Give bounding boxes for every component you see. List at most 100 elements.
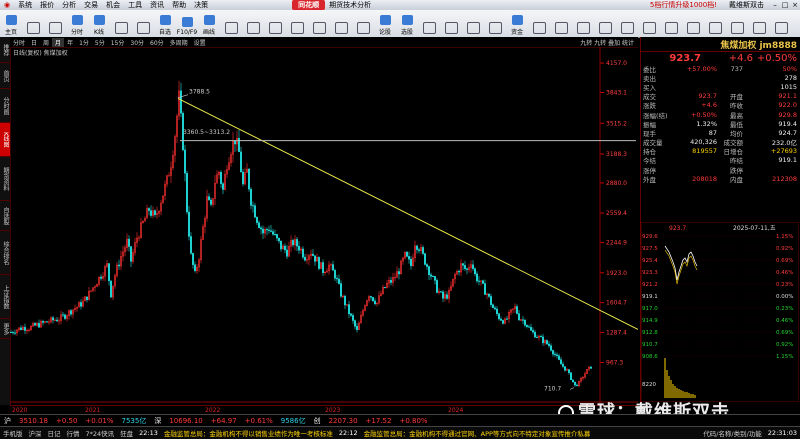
toolbar-button-4[interactable]: K线 xyxy=(88,10,110,36)
period-10[interactable]: 多周期 xyxy=(167,38,191,47)
maximize-icon[interactable]: □ xyxy=(780,1,790,9)
toolbar-button-11[interactable] xyxy=(242,10,264,36)
toolbar-button-14[interactable] xyxy=(308,10,330,36)
toolbar-button-3[interactable]: 分时 xyxy=(66,10,88,36)
candle-body xyxy=(270,230,272,232)
status-tab[interactable]: 手机版 xyxy=(0,428,26,438)
trend-line[interactable] xyxy=(177,97,638,330)
period-3[interactable]: 月 xyxy=(52,37,65,47)
left-tab-1[interactable]: 首页 xyxy=(0,63,10,89)
user-name[interactable]: 戴维斯双击 xyxy=(723,0,770,10)
left-tab-6[interactable]: 综合排名 xyxy=(0,231,10,275)
period-4[interactable]: 年 xyxy=(64,38,76,47)
left-tab-0[interactable]: 推荐 xyxy=(0,37,10,63)
promo-link[interactable]: 5档行情升级1000档! xyxy=(644,0,723,10)
toolbar-button-28[interactable] xyxy=(616,10,638,36)
close-icon[interactable]: × xyxy=(790,1,800,9)
toolbar-button-33[interactable] xyxy=(726,10,748,36)
menu-item-3[interactable]: 交易 xyxy=(80,0,102,10)
candle-body xyxy=(130,246,132,262)
toolbar-button-27[interactable] xyxy=(594,10,616,36)
indicator-menu[interactable]: 九转 九转 叠加 统计 xyxy=(580,38,638,47)
toolbar-button-29[interactable] xyxy=(638,10,660,36)
bottom-tabs[interactable]: 代码/名称/类别/功能 xyxy=(700,428,765,438)
period-5[interactable]: 1分 xyxy=(76,38,92,47)
instrument-title[interactable]: 焦煤加权 jm8888 xyxy=(641,37,800,52)
candle-body xyxy=(322,262,324,273)
toolbar-button-35[interactable] xyxy=(770,10,792,36)
toolbar-icon xyxy=(246,22,260,34)
toolbar-button-6[interactable] xyxy=(132,10,154,36)
mini-pct-tick: 0.69% xyxy=(776,330,793,336)
period-2[interactable]: 周 xyxy=(40,38,52,47)
toolbar-button-12[interactable] xyxy=(264,10,286,36)
period-6[interactable]: 5分 xyxy=(92,38,108,47)
y-tick-label: 1604.7 xyxy=(606,300,627,307)
toolbar-button-13[interactable] xyxy=(286,10,308,36)
toolbar-button-25[interactable] xyxy=(550,10,572,36)
toolbar-button-18[interactable]: 选股 xyxy=(396,10,418,36)
status-tab[interactable]: 沪深 xyxy=(26,428,45,438)
menu-item-7[interactable]: 帮助 xyxy=(168,0,190,10)
toolbar-button-32[interactable] xyxy=(704,10,726,36)
candle-body xyxy=(558,355,560,360)
kline-chart[interactable]: 4157.0 3843.1 3515.2 3188.3 2880.0 2559.4 2244… xyxy=(10,47,638,403)
toolbar-label: 画线 xyxy=(202,29,215,36)
toolbar-button-15[interactable] xyxy=(330,10,352,36)
menu-item-1[interactable]: 报价 xyxy=(36,0,58,10)
left-tab-7[interactable]: 上证指数 xyxy=(0,275,10,319)
left-tab-2[interactable]: 分时图 xyxy=(0,89,10,123)
intraday-mini-chart[interactable]: 923.7 2025-07-11,五 929.6 1.15% 927.5 0.92% 925… xyxy=(641,222,799,402)
toolbar-button-30[interactable] xyxy=(660,10,682,36)
menu-item-2[interactable]: 分析 xyxy=(58,0,80,10)
period-0[interactable]: 分时 xyxy=(10,38,28,47)
toolbar-button-26[interactable] xyxy=(572,10,594,36)
toolbar-button-0[interactable]: 主页 xyxy=(0,10,22,36)
menu-item-8[interactable]: 决策 xyxy=(190,0,212,10)
toolbar-button-31[interactable] xyxy=(682,10,704,36)
minimize-icon[interactable]: – xyxy=(770,1,780,9)
news-headline[interactable]: 金融监管总局：金融机构不得以销售业绩作为唯一考核标准 xyxy=(161,428,336,438)
toolbar-button-2[interactable] xyxy=(44,10,66,36)
period-8[interactable]: 30分 xyxy=(127,38,147,47)
toolbar-icon xyxy=(114,22,128,34)
menu-item-0[interactable]: 系统 xyxy=(14,0,36,10)
left-tab-5[interactable]: 自选股 xyxy=(0,201,10,231)
candle-body xyxy=(482,280,484,284)
toolbar-button-16[interactable] xyxy=(352,10,374,36)
candle-body xyxy=(56,319,58,322)
period-9[interactable]: 60分 xyxy=(147,38,167,47)
menu-item-5[interactable]: 工具 xyxy=(124,0,146,10)
status-tab[interactable]: 7*24快讯 xyxy=(83,428,118,438)
toolbar-button-5[interactable] xyxy=(110,10,132,36)
left-tab-4[interactable]: 期货资料 xyxy=(0,157,10,201)
toolbar-button-8[interactable]: F10/F9 xyxy=(176,10,198,36)
period-1[interactable]: 日 xyxy=(28,38,40,47)
status-tab[interactable]: 狂盘 xyxy=(117,428,136,438)
news-headline[interactable]: 金融监管总局：金融机构不得通过官网、APP等方式向不特定对象宣传推介私募 xyxy=(361,428,594,438)
toolbar-button-34[interactable] xyxy=(748,10,770,36)
menu-item-6[interactable]: 资讯 xyxy=(146,0,168,10)
period-11[interactable]: 设置 xyxy=(191,38,209,47)
toolbar-button-23[interactable]: 资金 xyxy=(506,10,528,36)
period-7[interactable]: 15分 xyxy=(108,38,128,47)
toolbar-button-17[interactable]: 论股 xyxy=(374,10,396,36)
candle-body xyxy=(38,323,40,328)
left-tab-3[interactable]: K线图 xyxy=(0,123,10,157)
kline-chart-svg[interactable]: 4157.0 3843.1 3515.2 3188.3 2880.0 2559.4 2244… xyxy=(10,47,638,403)
toolbar-button-24[interactable] xyxy=(528,10,550,36)
toolbar-button-9[interactable]: 画线 xyxy=(198,10,220,36)
left-tab-8[interactable]: 更多 xyxy=(0,319,10,339)
status-tab[interactable]: 日记 xyxy=(45,428,64,438)
toolbar-button-10[interactable] xyxy=(220,10,242,36)
toolbar-button-7[interactable]: 自选 xyxy=(154,10,176,36)
toolbar-button-1[interactable] xyxy=(22,10,44,36)
toolbar-button-20[interactable] xyxy=(440,10,462,36)
status-tab[interactable]: 行情 xyxy=(64,428,83,438)
price-row: 923.7 +4.6 +0.50% xyxy=(641,52,800,64)
index-item: +0.80% xyxy=(399,417,428,425)
toolbar-button-21[interactable] xyxy=(462,10,484,36)
menu-item-4[interactable]: 机会 xyxy=(102,0,124,10)
toolbar-button-19[interactable] xyxy=(418,10,440,36)
toolbar-button-22[interactable] xyxy=(484,10,506,36)
